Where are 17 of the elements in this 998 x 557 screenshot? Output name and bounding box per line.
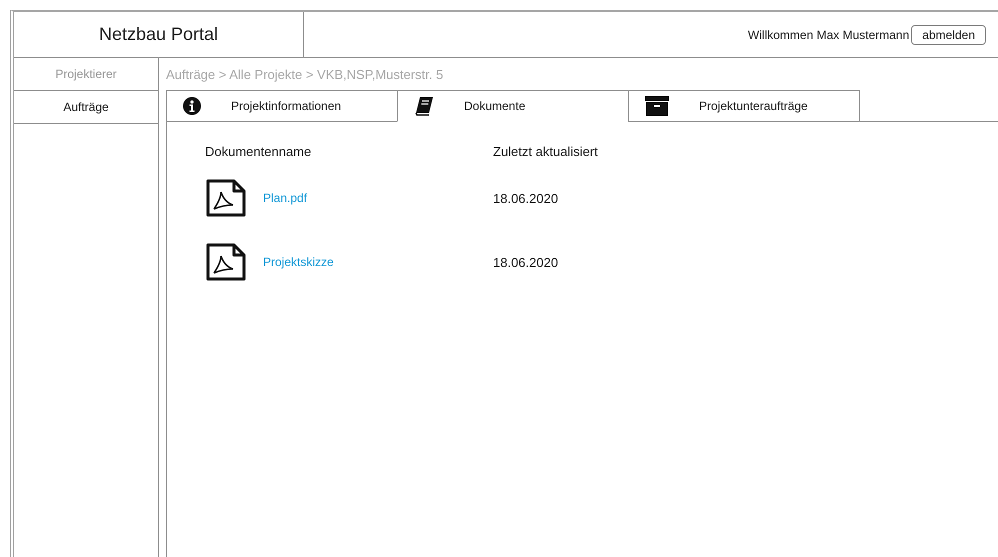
book-icon — [414, 96, 434, 116]
date-cell-text: 18.06.2020 — [493, 190, 560, 206]
sidebar-item[interactable]: Aufträge — [14, 91, 158, 124]
archive-box-icon — [645, 96, 669, 116]
tab[interactable]: Dokumente — [397, 90, 629, 122]
pdf-file-icon — [205, 179, 247, 217]
tab[interactable]: Projektinformationen — [166, 90, 398, 122]
tab[interactable]: Projektunteraufträge — [628, 90, 860, 122]
info-icon — [183, 97, 201, 115]
date-cell-text: 18.06.2020 — [493, 254, 560, 270]
breadcrumb: Aufträge > Alle Projekte > VKB,NSP,Musterstr. 5 — [165, 66, 444, 84]
column-header: Dokumentenname — [205, 144, 312, 161]
logout-button[interactable]: abmelden — [911, 24, 986, 44]
column-header: Zuletzt aktualisiert — [493, 144, 599, 161]
portal-title: Netzbau Portal — [14, 12, 304, 58]
pdf-file-icon — [205, 243, 247, 281]
welcome-text: Willkommen Max Mustermann — [748, 28, 910, 42]
